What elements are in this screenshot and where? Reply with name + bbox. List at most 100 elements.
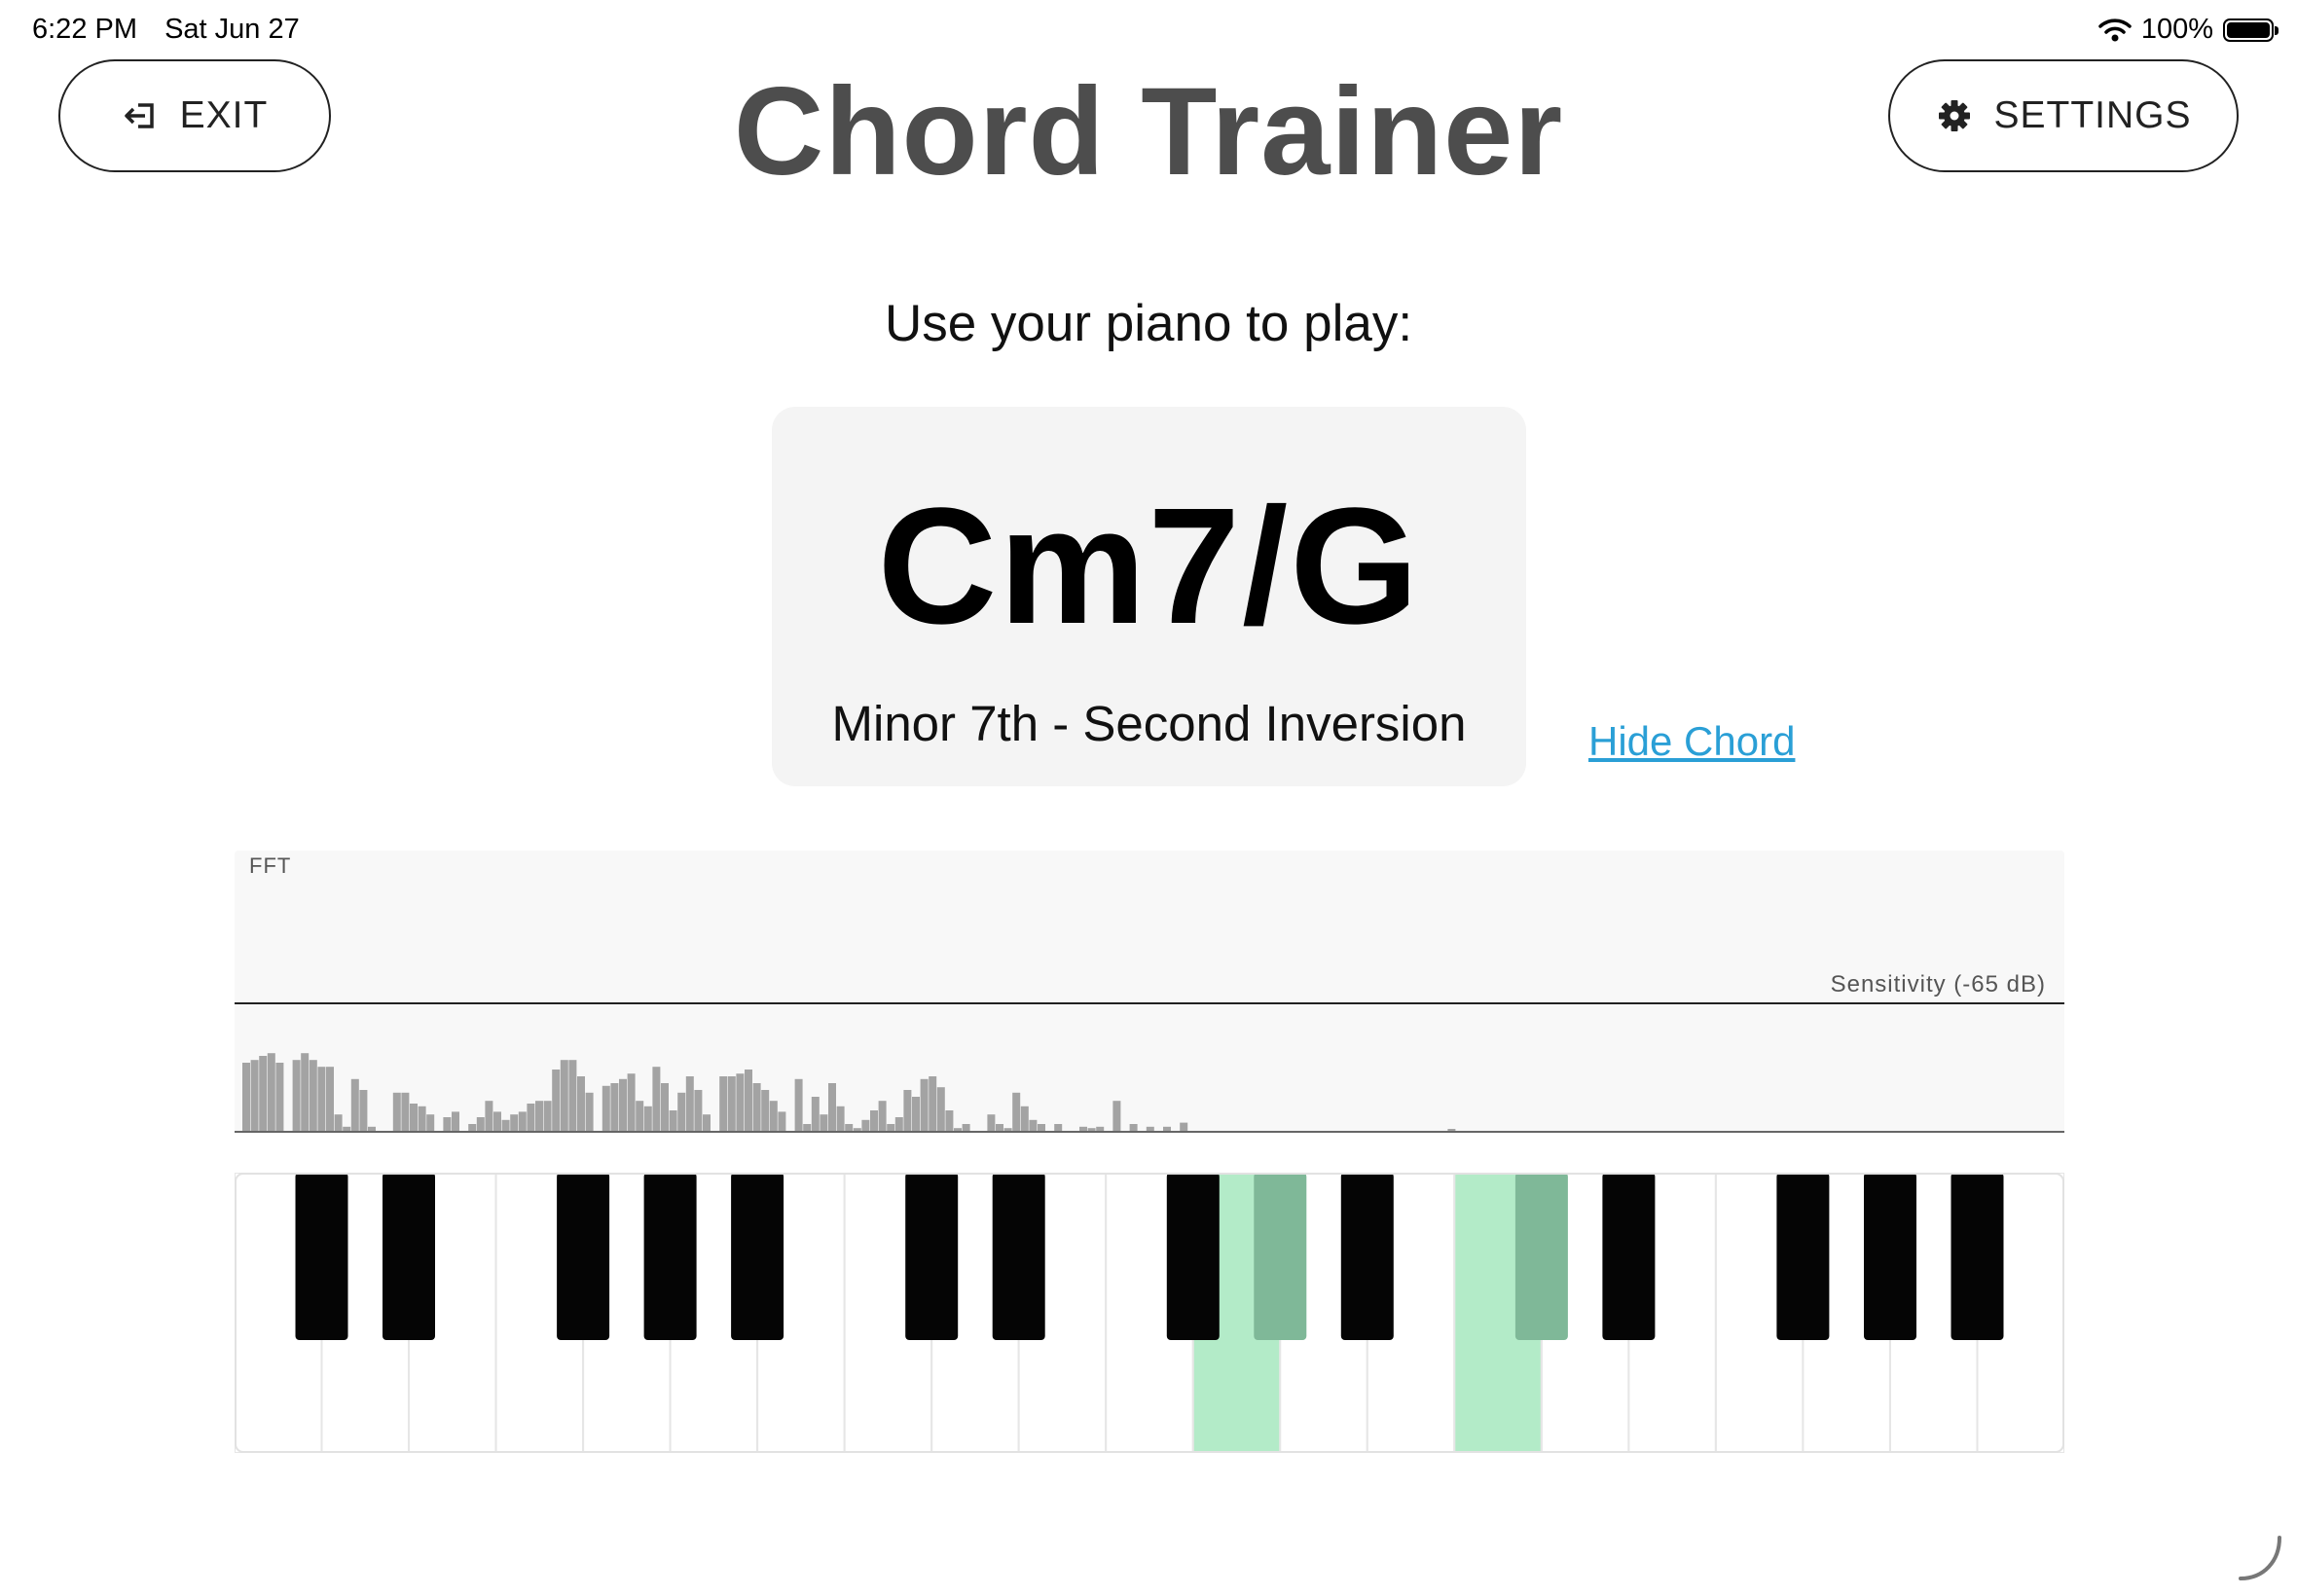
sensitivity-label: Sensitivity (-65 dB) [1830, 971, 2046, 998]
status-bar-right: 100% [2098, 14, 2279, 46]
fft-bar [745, 1070, 752, 1131]
fft-bar [769, 1101, 778, 1131]
fft-bar [703, 1114, 711, 1131]
fft-bar [1054, 1124, 1063, 1131]
piano-keyboard[interactable] [235, 1173, 2064, 1453]
fft-bar [820, 1114, 828, 1131]
fft-bar [936, 1087, 945, 1131]
black-key[interactable] [557, 1173, 610, 1340]
fft-bar [468, 1124, 477, 1131]
fft-bar [853, 1128, 861, 1131]
fft-bar [309, 1060, 317, 1131]
chord-card: Cm7/G Minor 7th - Second Inversion [772, 407, 1526, 786]
fft-bar [845, 1124, 854, 1131]
fft-bar [894, 1117, 903, 1131]
fft-bar [836, 1106, 845, 1131]
fft-bar [945, 1110, 954, 1131]
fft-bar [242, 1063, 250, 1131]
fft-bar [452, 1111, 459, 1131]
status-date: Sat Jun 27 [164, 14, 300, 45]
play-prompt: Use your piano to play: [884, 295, 1413, 352]
black-key[interactable] [905, 1173, 959, 1340]
black-key[interactable] [731, 1173, 784, 1340]
status-time: 6:22 PM [32, 14, 137, 45]
fft-bar [476, 1117, 485, 1131]
black-key[interactable] [383, 1173, 435, 1340]
black-key[interactable] [1340, 1173, 1394, 1340]
settings-button[interactable]: SETTINGS [1888, 59, 2239, 172]
black-key[interactable] [1951, 1173, 2004, 1340]
fft-bar [694, 1090, 703, 1131]
fft-bar [275, 1063, 284, 1131]
fft-background [235, 851, 2064, 1133]
fft-label: FFT [249, 853, 292, 878]
fft-bar [527, 1104, 535, 1131]
fft-bar [267, 1053, 275, 1131]
fft-bar [727, 1076, 736, 1131]
fft-bar [568, 1060, 577, 1131]
fft-bar [987, 1114, 996, 1131]
settings-label: SETTINGS [1993, 94, 2192, 136]
fft-bar [752, 1083, 761, 1131]
fft-bar [920, 1078, 929, 1131]
fft-bar [1038, 1124, 1045, 1131]
fft-bar [878, 1101, 887, 1131]
fft-bar [661, 1083, 669, 1131]
fft-bar [794, 1078, 803, 1131]
fft-bar [1020, 1106, 1029, 1131]
fft-bar [418, 1106, 426, 1131]
black-key[interactable] [992, 1173, 1045, 1340]
black-key-highlighted[interactable] [1254, 1173, 1307, 1340]
fft-bar [719, 1076, 728, 1131]
fft-bar [501, 1119, 510, 1131]
fft-bar [887, 1124, 895, 1131]
fft-bar [443, 1117, 452, 1131]
fft-bar [962, 1124, 970, 1131]
fft-bar [1012, 1092, 1021, 1131]
fft-bar [410, 1104, 418, 1131]
fft-bar [912, 1097, 920, 1131]
fft-bar [585, 1092, 594, 1131]
status-bar-left: 6:22 PM Sat Jun 27 [32, 14, 300, 46]
black-key[interactable] [1864, 1173, 1916, 1340]
fft-bar [736, 1073, 745, 1131]
fft-bar [401, 1092, 410, 1131]
chord-description: Minor 7th - Second Inversion [831, 696, 1467, 751]
black-key-highlighted[interactable] [1514, 1173, 1568, 1340]
fft-bar [535, 1101, 543, 1131]
fft-bar [343, 1126, 351, 1131]
fft-visualizer [235, 851, 2064, 1133]
fft-bar [1029, 1119, 1038, 1131]
fft-bar [552, 1070, 561, 1131]
fft-bar [1180, 1122, 1188, 1131]
fft-bar [669, 1110, 677, 1131]
black-key[interactable] [1776, 1173, 1830, 1340]
fft-bar [1112, 1101, 1121, 1131]
fft-bar [259, 1056, 268, 1131]
black-key[interactable] [1166, 1173, 1220, 1340]
fft-bar [326, 1067, 334, 1131]
fft-bar [1129, 1124, 1138, 1131]
fft-bar [610, 1083, 619, 1131]
fft-bar [643, 1106, 652, 1131]
fft-bar [627, 1073, 636, 1131]
fft-bar [577, 1076, 585, 1131]
fft-bar [602, 1085, 610, 1131]
fft-bar [778, 1111, 786, 1131]
fft-bar [677, 1092, 686, 1131]
fft-bar [1079, 1126, 1087, 1131]
fft-bar [929, 1076, 937, 1131]
fft-bar [870, 1110, 878, 1131]
hide-chord-link[interactable]: Hide Chord [1588, 718, 1795, 765]
fft-bar [828, 1083, 836, 1131]
black-key[interactable] [643, 1173, 697, 1340]
fft-bar [996, 1124, 1003, 1131]
fft-bar [493, 1111, 501, 1131]
fft-bar [1447, 1129, 1456, 1131]
fft-bar [543, 1101, 552, 1131]
fft-bar [1146, 1126, 1154, 1131]
black-key[interactable] [295, 1173, 348, 1340]
fft-bar [861, 1119, 870, 1131]
fft-bar [560, 1060, 568, 1131]
black-key[interactable] [1602, 1173, 1656, 1340]
